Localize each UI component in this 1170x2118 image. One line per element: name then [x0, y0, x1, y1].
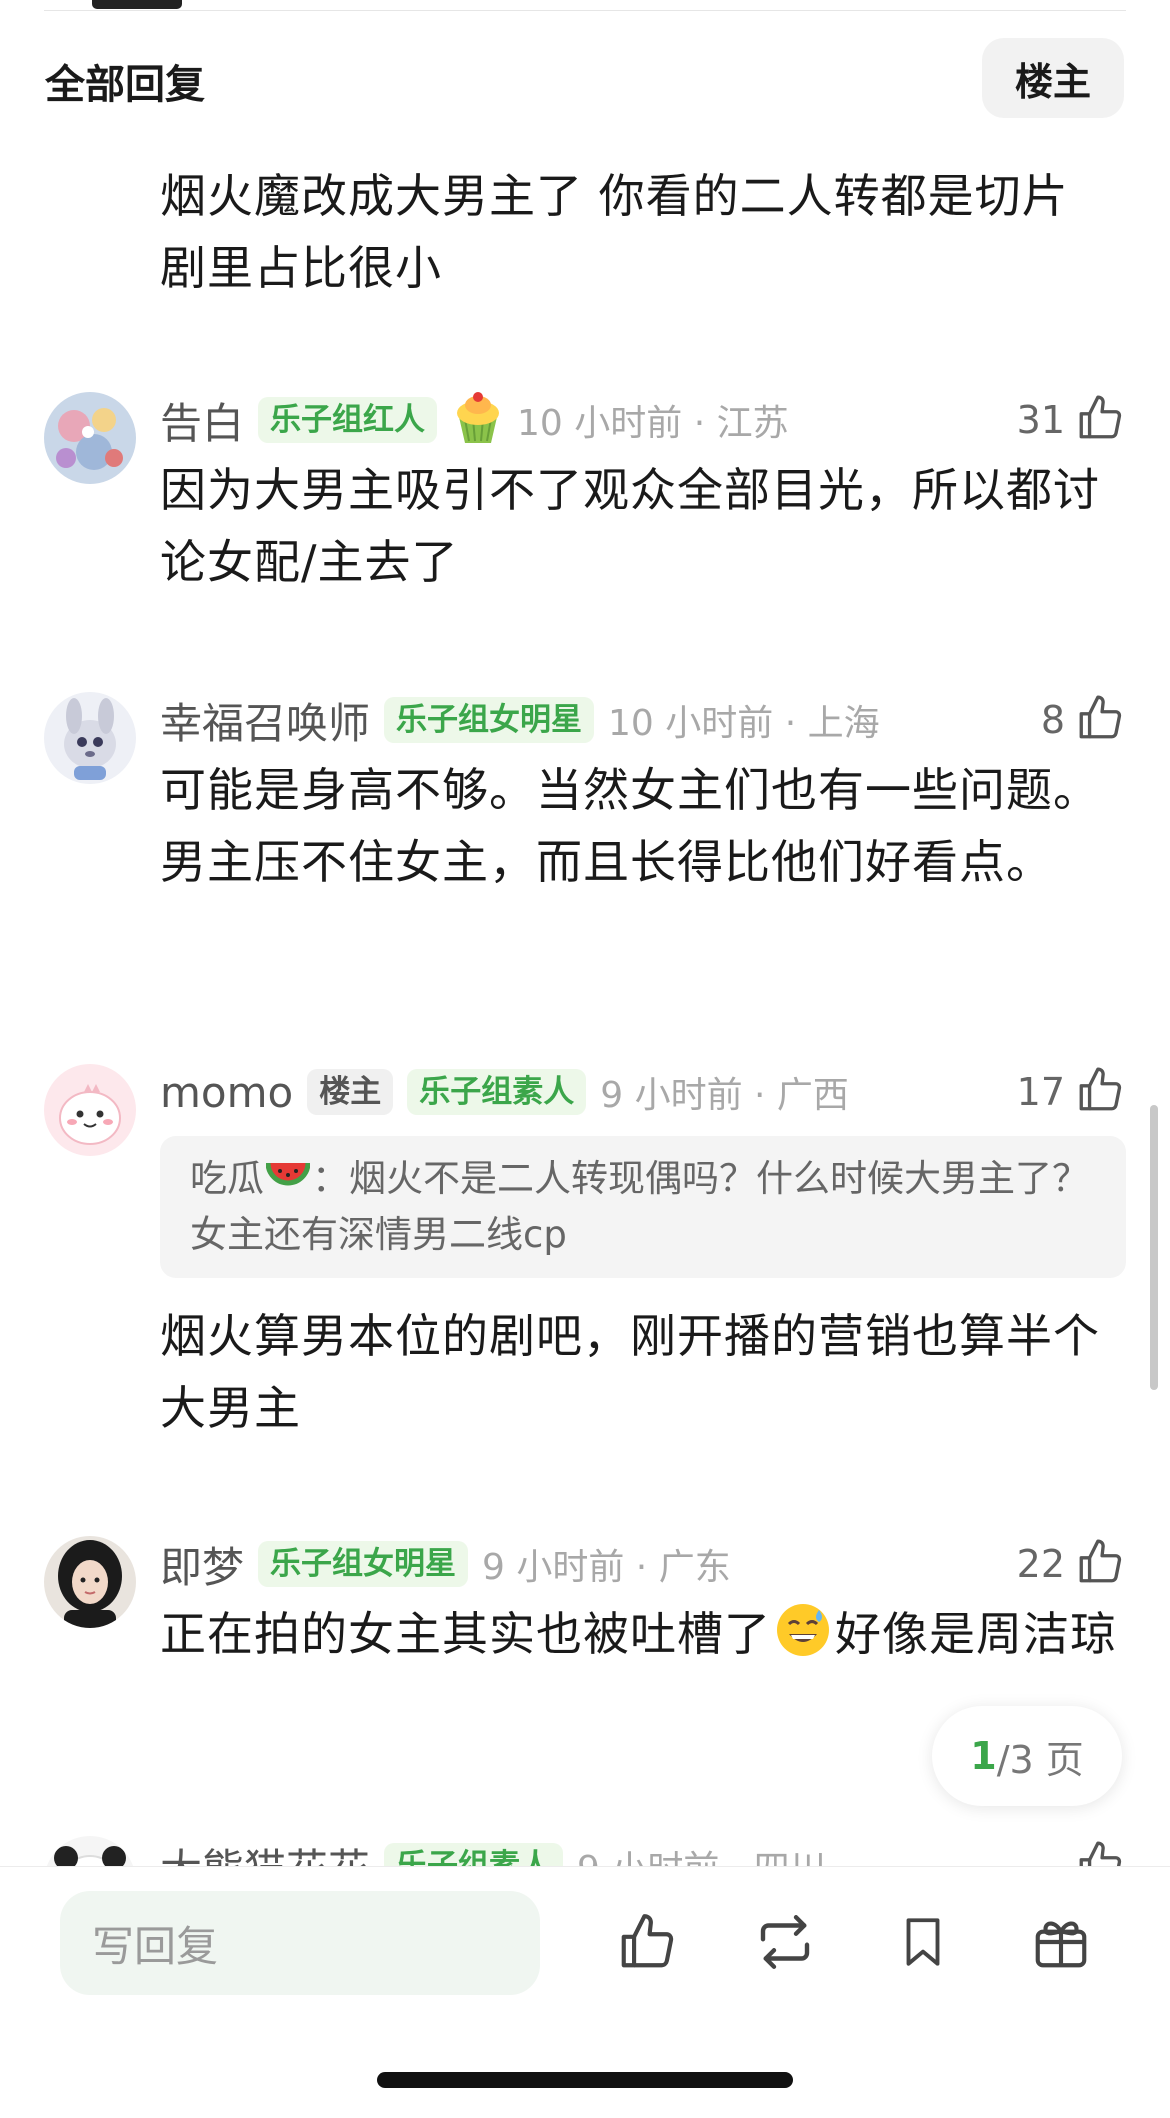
quote-author: 吃瓜 [190, 1157, 264, 1200]
avatar[interactable] [44, 1064, 136, 1156]
comment-text: 烟火魔改成大男主了 你看的二人转都是切片 剧里占比很小 [160, 169, 1069, 295]
section-title: 全部回复 [45, 62, 205, 108]
comment-text-part: 好像是周洁琼 [835, 1607, 1117, 1661]
username[interactable]: 幸福召唤师 [160, 690, 370, 751]
page-indicator[interactable]: 1/3 页 [932, 1706, 1122, 1806]
like-count: 22 [1016, 1542, 1065, 1586]
comment-text: 烟火算男本位的剧吧，刚开播的营销也算半个大男主 [160, 1309, 1100, 1435]
username[interactable]: 即梦 [160, 1534, 244, 1595]
thumb-up-icon[interactable] [612, 1907, 682, 1977]
group-badge: 乐子组素人 [407, 1069, 587, 1115]
avatar[interactable] [44, 392, 136, 484]
page-total: /3 页 [996, 1737, 1084, 1782]
comment-text: 可能是身高不够。当然女主们也有一些问题。男主压不住女主，而且长得比他们好看点。 [160, 763, 1100, 889]
avatar[interactable] [44, 1536, 136, 1628]
thumb-up-icon [1075, 693, 1125, 747]
username[interactable]: 告白 [160, 390, 244, 451]
bookmark-icon[interactable] [888, 1907, 958, 1977]
comment-time: 10 小时前 · 上海 [608, 703, 880, 744]
quote-text: ：烟火不是二人转现偶吗？什么时候大男主了？女主还有深情男二线cp [190, 1157, 1089, 1256]
gift-icon[interactable] [1026, 1907, 1096, 1977]
comment-time: 10 小时前 · 江苏 [517, 403, 789, 444]
thumb-up-icon [1075, 1065, 1125, 1119]
comment-meta: momo 楼主 乐子组素人 9 小时前 · 广西 [160, 1062, 849, 1122]
comment-text: 正在拍的女主其实也被吐槽了 好像是周洁琼 [160, 1598, 1120, 1678]
cupcake-icon [453, 391, 503, 449]
like-count: 31 [1016, 398, 1065, 442]
like-count: 17 [1016, 1070, 1065, 1114]
like-count: 8 [1040, 698, 1065, 742]
watermelon-icon [265, 1159, 311, 1210]
username[interactable]: momo [160, 1068, 293, 1117]
comment-meta: 告白 乐子组红人 10 小时前 · 江苏 [160, 390, 789, 450]
group-badge: 乐子组女明星 [384, 697, 595, 743]
scrollbar[interactable] [1150, 1105, 1158, 1390]
comment-time: 9 小时前 · 广西 [600, 1075, 849, 1116]
group-badge: 乐子组女明星 [258, 1541, 469, 1587]
home-indicator [377, 2072, 793, 2088]
top-handle [92, 0, 182, 9]
like-button[interactable]: 22 [1017, 1536, 1125, 1592]
sweat-smile-icon [775, 1602, 831, 1678]
comment-meta: 即梦 乐子组女明星 9 小时前 · 广东 [160, 1534, 731, 1594]
op-badge: 楼主 [307, 1069, 394, 1115]
reply-input[interactable]: 写回复 [60, 1891, 540, 1995]
avatar[interactable] [44, 692, 136, 784]
comment-meta: 幸福召唤师 乐子组女明星 10 小时前 · 上海 [160, 690, 880, 750]
thumb-up-icon [1075, 1537, 1125, 1591]
comment-text-part: 正在拍的女主其实也被吐槽了 [160, 1607, 771, 1661]
reply-page: 全部回复 楼主 烟火魔改成大男主了 你看的二人转都是切片 剧里占比很小 告白 乐… [0, 0, 1170, 2118]
top-divider [44, 10, 1126, 11]
like-button[interactable]: 8 [1041, 692, 1125, 748]
page-current: 1 [970, 1734, 997, 1778]
op-only-button[interactable]: 楼主 [982, 38, 1124, 118]
thumb-up-icon [1075, 393, 1125, 447]
like-button[interactable]: 17 [1017, 1064, 1125, 1120]
comment-text: 因为大男主吸引不了观众全部目光，所以都讨论女配/主去了 [160, 463, 1100, 589]
like-button[interactable]: 31 [1017, 392, 1125, 448]
comment-time: 9 小时前 · 广东 [482, 1547, 731, 1588]
repost-icon[interactable] [750, 1907, 820, 1977]
group-badge: 乐子组红人 [258, 397, 438, 443]
quoted-reply[interactable]: 吃瓜 ：烟火不是二人转现偶吗？什么时候大男主了？女主还有深情男二线cp [160, 1136, 1126, 1278]
